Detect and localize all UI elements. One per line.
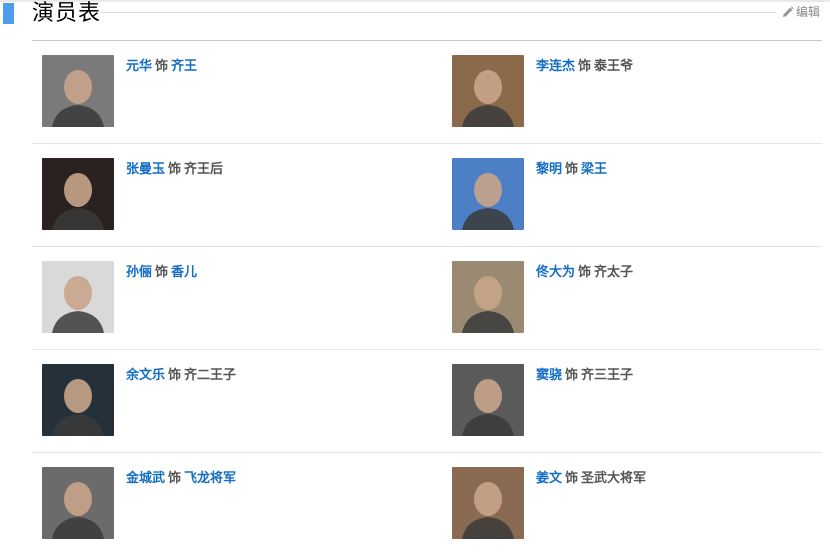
as-connector: 饰	[168, 162, 182, 177]
cast-entry: 余文乐饰齐二王子	[42, 364, 236, 436]
cast-info: 黎明饰梁王	[536, 162, 607, 230]
as-connector: 饰	[578, 265, 592, 280]
as-connector: 饰	[155, 265, 169, 280]
cast-row: 张曼玉饰齐王后 黎明饰梁王	[32, 144, 822, 247]
actor-name-link[interactable]: 姜文	[536, 471, 562, 486]
actor-name-link[interactable]: 窦骁	[536, 368, 562, 383]
role-name-link[interactable]: 齐王	[171, 59, 197, 74]
actor-name-link[interactable]: 张曼玉	[126, 162, 165, 177]
cast-row: 孙俪饰香儿 佟大为饰齐太子	[32, 247, 822, 350]
edit-button[interactable]: 编辑	[782, 4, 820, 20]
role-name: 齐太子	[594, 265, 634, 280]
cast-row: 金城武饰飞龙将军 姜文饰圣武大将军	[32, 453, 822, 556]
role-name-link[interactable]: 梁王	[581, 162, 607, 177]
cast-entry: 李连杰饰泰王爷	[452, 55, 633, 127]
actor-photo[interactable]	[42, 467, 114, 539]
cast-entry: 姜文饰圣武大将军	[452, 467, 646, 539]
as-connector: 饰	[578, 59, 592, 74]
top-border	[0, 0, 830, 2]
actor-name-link[interactable]: 李连杰	[536, 59, 575, 74]
edit-label: 编辑	[796, 5, 821, 19]
actor-photo[interactable]	[452, 467, 524, 539]
actor-photo[interactable]	[452, 364, 524, 436]
actor-name-link[interactable]: 黎明	[536, 162, 562, 177]
as-connector: 饰	[565, 471, 579, 486]
as-connector: 饰	[168, 368, 182, 383]
as-connector: 饰	[565, 162, 579, 177]
role-name: 圣武大将军	[581, 471, 647, 486]
cast-entry: 窦骁饰齐三王子	[452, 364, 633, 436]
actor-photo[interactable]	[42, 55, 114, 127]
actor-photo[interactable]	[452, 55, 524, 127]
cast-row: 元华饰齐王 李连杰饰泰王爷	[32, 41, 822, 144]
section-title: 演员表	[32, 1, 102, 26]
cast-info: 姜文饰圣武大将军	[536, 471, 646, 539]
cast-info: 余文乐饰齐二王子	[126, 368, 236, 436]
cast-info: 金城武饰飞龙将军	[126, 471, 236, 539]
role-name: 齐王后	[184, 162, 224, 177]
actor-name-link[interactable]: 金城武	[126, 471, 165, 486]
section-accent-bar	[3, 3, 14, 24]
cast-entry: 孙俪饰香儿	[42, 261, 197, 333]
cast-info: 元华饰齐王	[126, 59, 197, 127]
cast-entry: 佟大为饰齐太子	[452, 261, 633, 333]
actor-photo[interactable]	[42, 158, 114, 230]
cast-entry: 金城武饰飞龙将军	[42, 467, 236, 539]
actor-name-link[interactable]: 余文乐	[126, 368, 165, 383]
role-name-link[interactable]: 飞龙将军	[184, 471, 236, 486]
cast-info: 李连杰饰泰王爷	[536, 59, 633, 127]
actor-name-link[interactable]: 孙俪	[126, 265, 152, 280]
cast-info: 张曼玉饰齐王后	[126, 162, 223, 230]
actor-photo[interactable]	[42, 261, 114, 333]
actor-name-link[interactable]: 佟大为	[536, 265, 575, 280]
role-name: 齐二王子	[184, 368, 237, 383]
cast-table: 元华饰齐王 李连杰饰泰王爷 张曼玉饰齐王后 黎明饰梁王 孙俪饰香儿 佟大为饰齐太子 余文乐饰…	[32, 41, 822, 556]
actor-photo[interactable]	[452, 261, 524, 333]
role-name: 齐三王子	[581, 368, 634, 383]
as-connector: 饰	[168, 471, 182, 486]
cast-row: 余文乐饰齐二王子 窦骁饰齐三王子	[32, 350, 822, 453]
pencil-icon	[783, 6, 794, 17]
actor-photo[interactable]	[452, 158, 524, 230]
role-name-link[interactable]: 香儿	[171, 265, 197, 280]
as-connector: 饰	[565, 368, 579, 383]
actor-name-link[interactable]: 元华	[126, 59, 152, 74]
cast-entry: 张曼玉饰齐王后	[42, 158, 223, 230]
cast-info: 孙俪饰香儿	[126, 265, 197, 333]
cast-info: 窦骁饰齐三王子	[536, 368, 633, 436]
title-divider	[100, 12, 776, 13]
as-connector: 饰	[155, 59, 169, 74]
cast-entry: 黎明饰梁王	[452, 158, 607, 230]
actor-photo[interactable]	[42, 364, 114, 436]
cast-info: 佟大为饰齐太子	[536, 265, 633, 333]
cast-entry: 元华饰齐王	[42, 55, 197, 127]
role-name: 泰王爷	[594, 59, 634, 74]
